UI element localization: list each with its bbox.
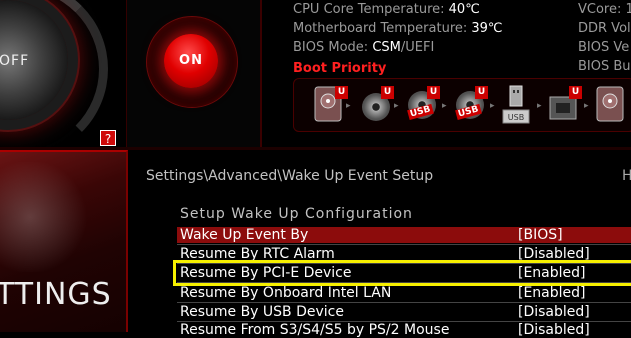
help-button[interactable]: ? [100, 130, 116, 146]
bios-mode-value: CSM [372, 40, 401, 55]
highlight-annotation [173, 260, 631, 286]
boot-device-network[interactable]: U [548, 85, 582, 123]
boot-priority-bar: U ▸ U ▸ USB U ▸ USB U ▸ USB ▸ U ▸ [293, 78, 631, 132]
bios-mode-label: BIOS Mode: [293, 40, 369, 55]
setting-row-onboard-lan[interactable]: Resume By Onboard Intel LAN [Enabled] [177, 285, 631, 301]
uefi-badge: U [569, 86, 582, 99]
setting-row-wake-up-event-by[interactable]: Wake Up Event By [BIOS] [177, 227, 631, 243]
wrench-icon [0, 162, 90, 272]
setting-label: Wake Up Event By [180, 227, 309, 243]
bios-mode-line: BIOS Mode: CSM/UEFI [293, 40, 434, 55]
setting-label: Resume By USB Device [180, 304, 344, 320]
settings-label: TTINGS [0, 277, 112, 312]
power-off-panel: OFF ? [0, 0, 126, 147]
boot-device-usb-key[interactable]: USB [501, 85, 535, 124]
hotkey-label: H [622, 168, 631, 184]
breadcrumb: Settings\Advanced\Wake Up Event Setup [146, 168, 434, 184]
uefi-badge: U [335, 86, 348, 99]
arrow-icon: ▸ [394, 101, 399, 111]
uefi-badge: U [381, 86, 394, 99]
power-on-panel: ON [126, 0, 261, 147]
section-title: Setup Wake Up Configuration [180, 206, 413, 222]
bios-mode-suffix: /UEFI [400, 40, 435, 55]
row-divider [177, 302, 631, 303]
ddr-voltage-label: DDR Vol [578, 21, 631, 36]
vcore-label: VCore: 1 [578, 2, 631, 17]
hdd-icon [596, 86, 624, 122]
setting-value[interactable]: [Enabled] [518, 285, 586, 301]
boot-device-usb-cd[interactable]: USB U [406, 85, 440, 123]
uefi-badge: U [475, 86, 488, 99]
cpu-temp-line: CPU Core Temperature: 40℃ [293, 2, 480, 17]
bios-version-label: BIOS Ve [578, 40, 630, 55]
arrow-icon: ▸ [442, 101, 447, 111]
boot-device-hdd-2[interactable] [596, 85, 630, 123]
setting-value[interactable]: [BIOS] [518, 227, 563, 243]
setting-value[interactable]: [Disabled] [518, 304, 590, 320]
setting-label: Resume By Onboard Intel LAN [180, 285, 392, 301]
bios-build-label: BIOS Bu [578, 59, 631, 74]
boot-device-hdd[interactable]: U [314, 85, 348, 123]
system-info-panel: CPU Core Temperature: 40℃ Motherboard Te… [260, 0, 631, 147]
usb-drive-icon: USB [502, 85, 530, 124]
row-divider [177, 244, 631, 245]
arrow-icon: ▸ [537, 101, 542, 111]
boot-priority-title: Boot Priority [293, 61, 387, 76]
on-button[interactable]: ON [164, 34, 218, 88]
setting-row-usb-device[interactable]: Resume By USB Device [Disabled] [177, 304, 631, 320]
boot-device-usb-fdd[interactable]: USB U [454, 85, 488, 123]
uefi-badge: U [427, 86, 440, 99]
setting-row-ps2-mouse[interactable]: Resume From S3/S4/S5 by PS/2 Mouse [Disa… [177, 322, 631, 338]
arrow-icon: ▸ [490, 101, 495, 111]
boot-device-optical[interactable]: U [360, 85, 394, 123]
arrow-icon: ▸ [346, 101, 351, 111]
arrow-icon: ▸ [584, 101, 589, 111]
settings-tile[interactable]: TTINGS [0, 150, 128, 332]
setting-value[interactable]: [Disabled] [518, 322, 590, 338]
mb-temp-line: Motherboard Temperature: 39℃ [293, 21, 503, 36]
mb-temp-label: Motherboard Temperature: [293, 21, 468, 36]
off-label: OFF [0, 53, 30, 69]
setting-label: Resume From S3/S4/S5 by PS/2 Mouse [180, 322, 450, 338]
mb-temp-value: 39℃ [471, 21, 503, 36]
cpu-temp-value: 40℃ [448, 2, 480, 17]
cpu-temp-label: CPU Core Temperature: [293, 2, 445, 17]
usb-drive-text: USB [508, 113, 524, 122]
